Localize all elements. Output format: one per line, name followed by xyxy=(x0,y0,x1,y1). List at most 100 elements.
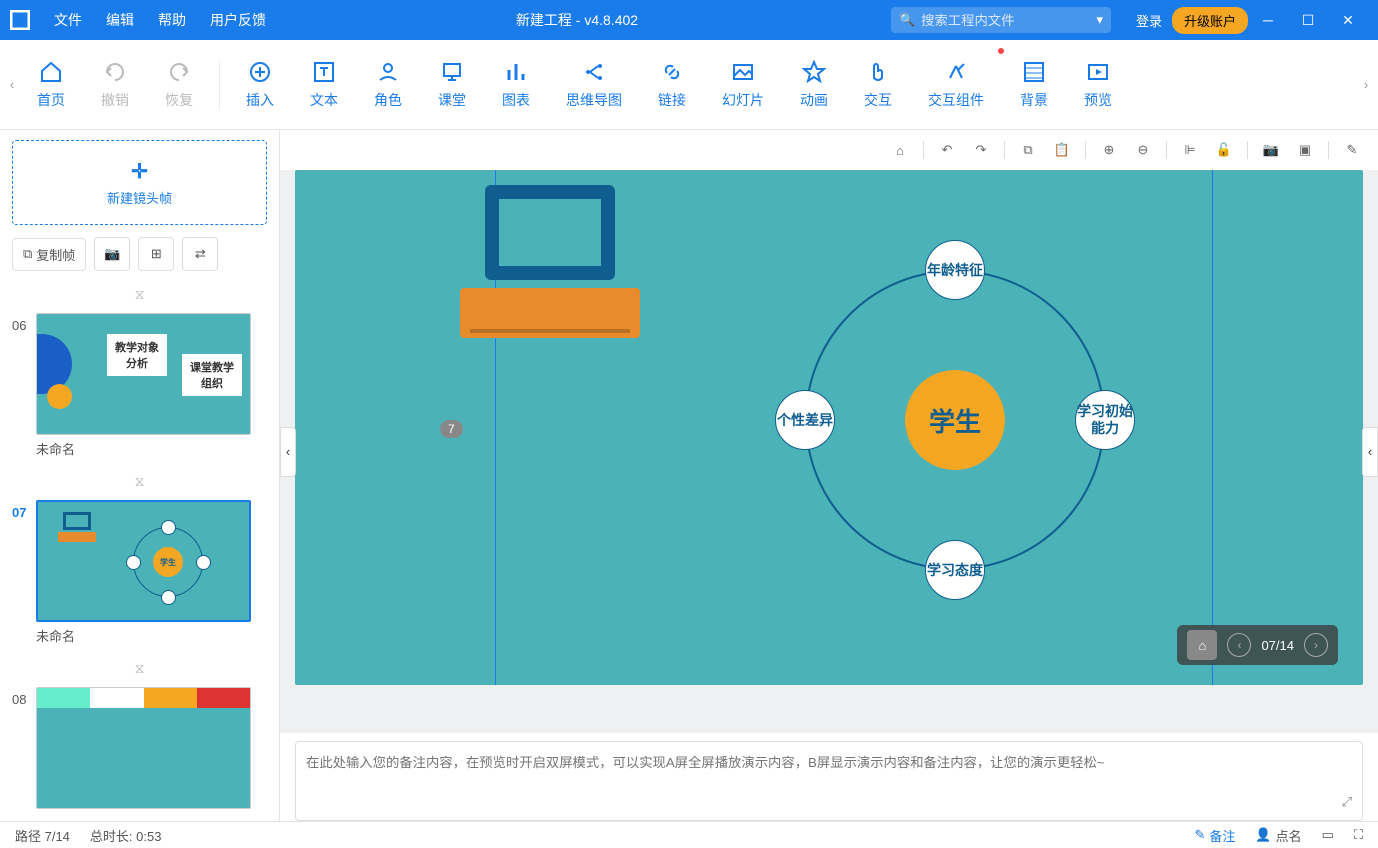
ribbon-bg[interactable]: 背景 xyxy=(1002,50,1066,120)
ribbon-scroll-left[interactable]: ‹ xyxy=(5,50,19,120)
node-right[interactable]: 学习初始能力 xyxy=(1075,390,1135,450)
login-link[interactable]: 登录 xyxy=(1136,11,1162,30)
ribbon-chart-label: 图表 xyxy=(502,90,530,110)
ribbon-slide-label: 幻灯片 xyxy=(722,90,764,110)
plus-icon: ✛ xyxy=(131,159,148,184)
ribbon-text[interactable]: 文本 xyxy=(292,50,356,120)
ribbon-interact[interactable]: 交互 xyxy=(846,50,910,120)
collapse-left-button[interactable]: ‹ xyxy=(280,427,296,477)
slide-thumbnail[interactable]: 教学对象分析 课堂教学组织 xyxy=(36,313,251,435)
hourglass-icon: ⧖ xyxy=(12,286,267,303)
ribbon-class[interactable]: 课堂 xyxy=(420,50,484,120)
ribbon-slide[interactable]: 幻灯片 xyxy=(704,50,782,120)
ribbon-class-label: 课堂 xyxy=(438,90,466,110)
collapse-right-button[interactable]: ‹ xyxy=(1362,427,1378,477)
image-icon xyxy=(731,60,755,84)
dropdown-icon[interactable]: ▾ xyxy=(1096,12,1103,28)
menu-file[interactable]: 文件 xyxy=(42,10,94,30)
node-bottom[interactable]: 学习态度 xyxy=(925,540,985,600)
zoom-out-icon[interactable]: ⊖ xyxy=(1132,139,1154,161)
nav-prev-button[interactable]: ‹ xyxy=(1227,633,1251,657)
ribbon-link[interactable]: 链接 xyxy=(640,50,704,120)
ribbon-home[interactable]: 首页 xyxy=(19,50,83,120)
slide-thumb-08[interactable]: 08 xyxy=(12,687,267,809)
rotate-left-icon[interactable]: ↶ xyxy=(936,139,958,161)
home-icon xyxy=(39,60,63,84)
ribbon-insert[interactable]: 插入 xyxy=(228,50,292,120)
status-notes-button[interactable]: ✎备注 xyxy=(1194,826,1235,845)
undo-icon xyxy=(103,60,127,84)
status-fullscreen-button[interactable]: ⛶ xyxy=(1354,827,1363,843)
slide-editor[interactable]: 7 学生 年龄特征 个性差异 学习初始能力 学习态度 ⌂ ‹ 07/14 › xyxy=(295,170,1363,685)
ribbon-mindmap[interactable]: 思维导图 xyxy=(548,50,640,120)
expand-icon[interactable]: ⤢ xyxy=(1342,794,1352,810)
ribbon-anim[interactable]: 动画 xyxy=(782,50,846,120)
menu-feedback[interactable]: 用户反馈 xyxy=(198,10,278,30)
ribbon-redo[interactable]: 恢复 xyxy=(147,50,211,120)
maximize-button[interactable]: ☐ xyxy=(1288,12,1328,29)
ribbon-scroll-right[interactable]: › xyxy=(1359,50,1373,120)
status-present-button[interactable]: ▭ xyxy=(1322,827,1334,843)
guide-line[interactable] xyxy=(1212,170,1213,685)
new-frame-button[interactable]: ✛ 新建镜头帧 xyxy=(12,140,267,225)
center-node[interactable]: 学生 xyxy=(905,370,1005,470)
upgrade-button[interactable]: 升级账户 xyxy=(1172,7,1248,34)
thumb-text: 教学对象分析 xyxy=(107,334,167,376)
edit-icon[interactable]: ✎ xyxy=(1341,139,1363,161)
canvas[interactable]: ‹ ‹ 7 学生 年龄特征 个性差异 学习初始能力 学习态度 ⌂ xyxy=(280,170,1378,733)
minimize-button[interactable]: ─ xyxy=(1248,12,1288,28)
qr-button[interactable]: ⊞ xyxy=(138,237,174,271)
fullscreen-icon: ⛶ xyxy=(1354,827,1363,843)
mindmap-icon xyxy=(582,60,606,84)
close-button[interactable]: ✕ xyxy=(1328,12,1368,29)
ribbon-text-label: 文本 xyxy=(310,90,338,110)
home-icon[interactable]: ⌂ xyxy=(889,139,911,161)
nav-next-button[interactable]: › xyxy=(1304,633,1328,657)
slide-thumbnail[interactable]: 学生 xyxy=(36,500,251,622)
slide-thumbnail[interactable] xyxy=(36,687,251,809)
copy-icon: ⧉ xyxy=(23,246,32,262)
camera-icon[interactable]: 📷 xyxy=(1260,139,1282,161)
align-icon[interactable]: ⊫ xyxy=(1179,139,1201,161)
lock-icon[interactable]: 🔓 xyxy=(1213,139,1235,161)
paste-icon[interactable]: 📋 xyxy=(1051,139,1073,161)
ribbon-preview[interactable]: 预览 xyxy=(1066,50,1130,120)
zoom-in-icon[interactable]: ⊕ xyxy=(1098,139,1120,161)
status-path: 路径 7/14 xyxy=(15,826,70,845)
link-icon xyxy=(660,60,684,84)
person-icon: 👤 xyxy=(1255,827,1271,843)
search-box[interactable]: 🔍 ▾ xyxy=(891,7,1111,33)
copy-frame-button[interactable]: ⧉复制帧 xyxy=(12,238,86,271)
slide-thumb-06[interactable]: 06 教学对象分析 课堂教学组织 未命名 xyxy=(12,313,267,458)
copy-frame-label: 复制帧 xyxy=(36,245,75,264)
ribbon-chart[interactable]: 图表 xyxy=(484,50,548,120)
computer-graphic[interactable] xyxy=(485,185,640,338)
slide-thumb-07[interactable]: 07 学生 未命名 xyxy=(12,500,267,645)
app-logo-icon xyxy=(10,10,30,30)
diagram[interactable]: 学生 年龄特征 个性差异 学习初始能力 学习态度 xyxy=(755,240,1155,640)
canvas-toolbar: ⌂ ↶ ↷ ⧉ 📋 ⊕ ⊖ ⊫ 🔓 📷 ▣ ✎ xyxy=(280,130,1378,170)
ribbon-widget[interactable]: 交互组件 xyxy=(910,50,1002,120)
ribbon-toolbar: ‹ 首页 撤销 恢复 插入 文本 角色 课堂 图表 思维导图 链接 幻灯片 动画… xyxy=(0,40,1378,130)
camera-icon: 📷 xyxy=(104,246,120,262)
ribbon-role[interactable]: 角色 xyxy=(356,50,420,120)
node-top[interactable]: 年龄特征 xyxy=(925,240,985,300)
crop-icon[interactable]: ▣ xyxy=(1294,139,1316,161)
ribbon-undo[interactable]: 撤销 xyxy=(83,50,147,120)
play-icon xyxy=(1086,60,1110,84)
menu-help[interactable]: 帮助 xyxy=(146,10,198,30)
search-icon: 🔍 xyxy=(899,12,915,28)
status-rollcall-button[interactable]: 👤点名 xyxy=(1255,826,1301,845)
notes-textarea[interactable] xyxy=(306,752,1352,810)
status-notes-label: 备注 xyxy=(1209,826,1235,845)
rotate-right-icon[interactable]: ↷ xyxy=(970,139,992,161)
swap-button[interactable]: ⇄ xyxy=(182,237,218,271)
nav-home-button[interactable]: ⌂ xyxy=(1187,630,1217,660)
notes-panel: ⤢ xyxy=(295,741,1363,821)
background-icon xyxy=(1022,60,1046,84)
search-input[interactable] xyxy=(921,13,1090,28)
copy-icon[interactable]: ⧉ xyxy=(1017,139,1039,161)
camera-button[interactable]: 📷 xyxy=(94,237,130,271)
node-left[interactable]: 个性差异 xyxy=(775,390,835,450)
menu-edit[interactable]: 编辑 xyxy=(94,10,146,30)
